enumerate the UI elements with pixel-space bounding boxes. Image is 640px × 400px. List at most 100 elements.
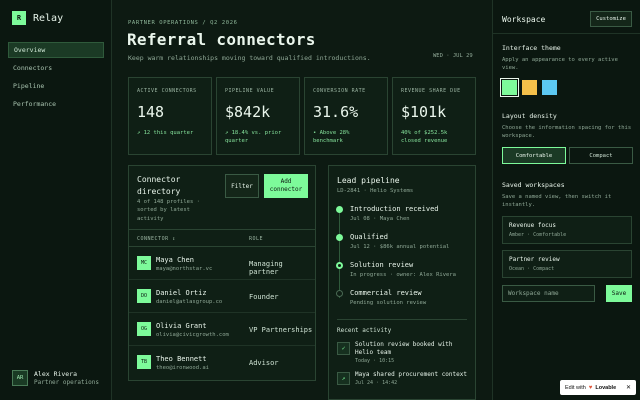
pipeline-title: Lead pipeline [337, 176, 400, 185]
directory-meta: 4 of 148 profiles · sorted by latest act… [137, 199, 200, 222]
connector-name: Olivia Grant [156, 322, 207, 330]
step-current-icon [336, 262, 343, 269]
sidebar-item-overview[interactable]: Overview [8, 42, 104, 58]
column-role: ROLE [249, 236, 264, 242]
workspace-name-input[interactable] [502, 285, 595, 302]
activity-time: Today · 10:15 [355, 358, 395, 364]
avatar: DO [137, 289, 151, 303]
sidebar-item-pipeline[interactable]: Pipeline [8, 78, 104, 94]
stat-card-conversion-rate: CONVERSION RATE 31.6% • Above 28% benchm… [304, 77, 388, 155]
theme-swatch-blue[interactable] [542, 80, 557, 95]
stat-note: • Above 28% benchmark [313, 130, 350, 145]
sidebar-item-performance[interactable]: Performance [8, 96, 104, 112]
connector-role: VP Partnerships [249, 326, 313, 334]
stat-value: $842k [225, 103, 271, 121]
stat-note: 40% of $252.5k closed revenue [401, 130, 448, 145]
workspace-name: Revenue focus [509, 222, 556, 229]
table-row[interactable]: TB Theo Bennett theo@ironwood.ai Advisor [129, 346, 315, 379]
stat-note: ↗ 12 this quarter [137, 130, 194, 136]
workspace-card[interactable]: Revenue focus Amber · Comfortable [502, 216, 632, 244]
density-compact-button[interactable]: Compact [569, 147, 633, 164]
main-content: PARTNER OPERATIONS / Q2 2026 Referral co… [112, 0, 492, 400]
connector-email: maya@northstar.vc [156, 266, 213, 272]
sidebar-item-connectors[interactable]: Connectors [8, 60, 104, 76]
step-pending-icon [336, 290, 343, 297]
pipeline-subtitle: LD-2841 · Helio Systems [337, 188, 414, 194]
sidebar-nav: Overview Connectors Pipeline Performance [8, 42, 104, 114]
close-icon[interactable]: ✕ [626, 384, 631, 391]
connector-directory: Connector directory 4 of 148 profiles · … [128, 165, 316, 381]
brand[interactable]: R Relay [12, 11, 63, 25]
divider [337, 319, 467, 320]
connector-role: Founder [249, 293, 279, 301]
step-meta: In progress · owner: Alex Rivera [350, 272, 456, 278]
page-eyebrow: PARTNER OPERATIONS / Q2 2026 [128, 20, 238, 26]
date-label: WED · JUL 29 [433, 53, 473, 59]
step-title: Solution review [350, 261, 414, 269]
step-title: Qualified [350, 233, 388, 241]
brand-name: Relay [33, 12, 64, 24]
page-subtitle: Keep warm relationships moving toward qu… [128, 54, 371, 62]
user-profile[interactable]: AR Alex Rivera Partner operations [12, 370, 99, 386]
customize-button[interactable]: Customize [590, 11, 632, 27]
stat-value: 31.6% [313, 103, 359, 121]
user-role: Partner operations [34, 379, 100, 386]
badge-prefix: Edit with [565, 384, 586, 391]
step-title: Commercial review [350, 289, 422, 297]
theme-description: Apply an appearance to every active view… [502, 57, 618, 72]
add-connector-button[interactable]: Add connector [264, 174, 308, 198]
stat-value: $101k [401, 103, 447, 121]
activity-title: Recent activity [337, 327, 392, 334]
workspace-card[interactable]: Partner review Ocean · Compact [502, 250, 632, 278]
stat-card-pipeline-value: PIPELINE VALUE $842k ↗ 18.4% vs. prior q… [216, 77, 300, 155]
connector-email: olivia@civicgrowth.com [156, 332, 229, 338]
table-header: CONNECTOR ↕ ROLE [129, 229, 315, 247]
arrow-icon: ↗ [337, 372, 350, 385]
connector-name: Maya Chen [156, 256, 194, 264]
workspace-name: Partner review [509, 256, 560, 263]
stat-label: ACTIVE CONNECTORS [137, 88, 197, 94]
lead-pipeline: Lead pipeline LD-2841 · Helio Systems In… [328, 165, 476, 400]
activity-text: Solution review booked with Helio team [355, 341, 453, 357]
theme-heading: Interface theme [502, 44, 561, 52]
filter-button[interactable]: Filter [225, 174, 259, 198]
heart-icon: ♥ [588, 384, 593, 391]
brand-logo: R [12, 11, 26, 25]
step-meta: Jul 12 · $86k annual potential [350, 244, 450, 250]
connector-name: Theo Bennett [156, 355, 207, 363]
activity-time: Jul 24 · 14:42 [355, 380, 398, 386]
saved-description: Save a named view, then switch it instan… [502, 194, 612, 209]
pipeline-track [339, 208, 340, 298]
user-name: Alex Rivera [34, 370, 78, 378]
avatar: MC [137, 256, 151, 270]
connector-role: Advisor [249, 359, 279, 367]
check-icon: ✓ [337, 342, 350, 355]
step-complete-icon [336, 234, 343, 241]
theme-swatch-green[interactable] [500, 78, 519, 97]
step-meta: Pending solution review [350, 300, 427, 306]
workspace-meta: Ocean · Compact [509, 266, 555, 272]
table-row[interactable]: DO Daniel Ortiz daniel@atlasgroup.co Fou… [129, 280, 315, 313]
density-description: Choose the information spacing for this … [502, 125, 632, 140]
sidebar: R Relay Overview Connectors Pipeline Per… [0, 0, 112, 400]
connector-name: Daniel Ortiz [156, 289, 207, 297]
save-button[interactable]: Save [606, 285, 632, 302]
stat-card-revenue-share: REVENUE SHARE DUE $101k 40% of $252.5k c… [392, 77, 476, 155]
page-title: Referral connectors [127, 30, 316, 49]
step-complete-icon [336, 206, 343, 213]
panel-title: Workspace [502, 15, 546, 24]
avatar: AR [12, 370, 28, 386]
theme-swatch-amber[interactable] [522, 80, 537, 95]
density-heading: Layout density [502, 112, 557, 120]
column-connector-sort[interactable]: CONNECTOR ↕ [137, 236, 176, 242]
divider [493, 33, 640, 34]
edit-with-lovable-badge[interactable]: Edit with ♥ Lovable ✕ [560, 380, 636, 395]
badge-brand: Lovable [595, 384, 617, 391]
workspace-meta: Amber · Comfortable [509, 232, 567, 238]
workspace-panel: Workspace Customize Interface theme Appl… [492, 0, 640, 400]
table-row[interactable]: MC Maya Chen maya@northstar.vc Managing … [129, 247, 315, 280]
connector-email: daniel@atlasgroup.co [156, 299, 223, 305]
density-comfortable-button[interactable]: Comfortable [502, 147, 566, 164]
table-row[interactable]: OG Olivia Grant olivia@civicgrowth.com V… [129, 313, 315, 346]
stat-value: 148 [137, 103, 165, 121]
